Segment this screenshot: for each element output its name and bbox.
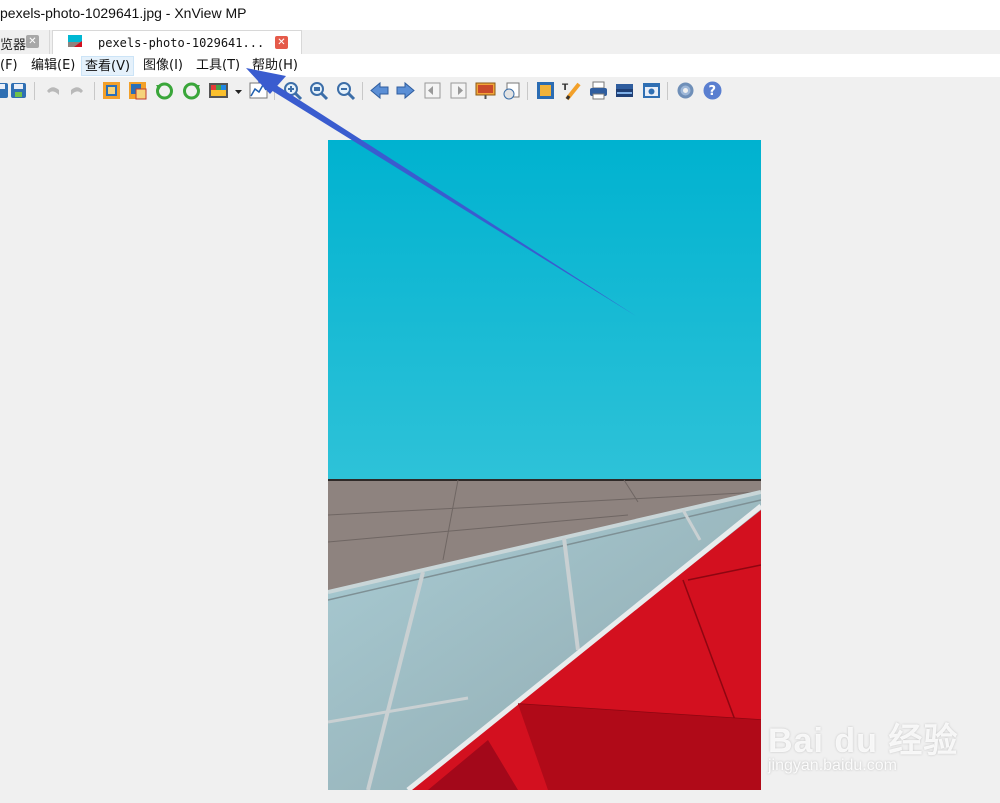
menu-file[interactable]: (F) [0,56,21,76]
tab-browser[interactable]: 览器 ✕ [0,30,50,54]
first-icon[interactable] [422,80,443,101]
toolbar-separator [274,82,275,100]
tab-photo-label: pexels-photo-1029641... [98,36,265,50]
redo-icon[interactable] [67,80,88,101]
print-icon[interactable] [588,80,609,101]
capture-icon[interactable] [641,80,662,101]
zoom-out-icon[interactable] [335,80,356,101]
resize-icon[interactable] [127,80,148,101]
menu-image[interactable]: 图像(I) [140,56,186,76]
undo-icon[interactable] [42,80,63,101]
rotate-right-icon[interactable] [181,80,202,101]
toolbar-separator [527,82,528,100]
help-icon[interactable]: ? [702,80,723,101]
menu-help[interactable]: 帮助(H) [249,56,301,76]
close-icon[interactable]: ✕ [275,36,288,49]
menu-tools[interactable]: 工具(T) [193,56,243,76]
watermark-url: jingyan.baidu.com [768,757,897,774]
toolbar-separator [362,82,363,100]
close-icon[interactable]: ✕ [26,35,39,48]
copy-icon[interactable] [501,80,522,101]
toolbar: T ? [0,77,1000,105]
dropdown-arrow-icon[interactable] [232,80,244,101]
watermark-brand: Bai du 经验 [768,722,959,760]
menu-view[interactable]: 查看(V) [81,56,135,76]
svg-text:?: ? [709,84,717,99]
slideshow-icon[interactable] [475,80,496,101]
last-icon[interactable] [448,80,469,101]
fullscreen-icon[interactable] [535,80,556,101]
tab-bar: 览器 ✕ pexels-photo-1029641... ✕ [0,30,1000,54]
baidu-watermark: Bai du 经验 jingyan.baidu.com [768,695,968,785]
app-window: pexels-photo-1029641.jpg - XnView MP 览器 … [0,0,1000,803]
settings-icon[interactable] [675,80,696,101]
save-as-icon[interactable] [8,80,29,101]
image-thumbnail-icon [68,35,82,47]
next-icon[interactable] [395,80,416,101]
zoom-fit-icon[interactable] [308,80,329,101]
color-adjust-icon[interactable] [208,80,229,101]
toolbar-separator [94,82,95,100]
crop-icon[interactable] [101,80,122,101]
window-title: pexels-photo-1029641.jpg - XnView MP [0,5,247,21]
scanner-icon[interactable] [614,80,635,101]
histogram-icon[interactable] [248,80,269,101]
tab-browser-label: 览器 [0,37,27,52]
zoom-in-icon[interactable] [282,80,303,101]
tab-photo[interactable]: pexels-photo-1029641... ✕ [52,30,302,54]
toolbar-separator [34,82,35,100]
edit-icon[interactable]: T [561,80,582,101]
svg-text:T: T [562,83,569,93]
menu-bar: (F) 编辑(E) 查看(V) 图像(I) 工具(T) 帮助(H) [0,54,1000,77]
rotate-left-icon[interactable] [154,80,175,101]
photo [328,140,761,790]
menu-edit[interactable]: 编辑(E) [28,56,78,76]
title-bar: pexels-photo-1029641.jpg - XnView MP [0,0,1000,30]
previous-icon[interactable] [369,80,390,101]
toolbar-separator [667,82,668,100]
